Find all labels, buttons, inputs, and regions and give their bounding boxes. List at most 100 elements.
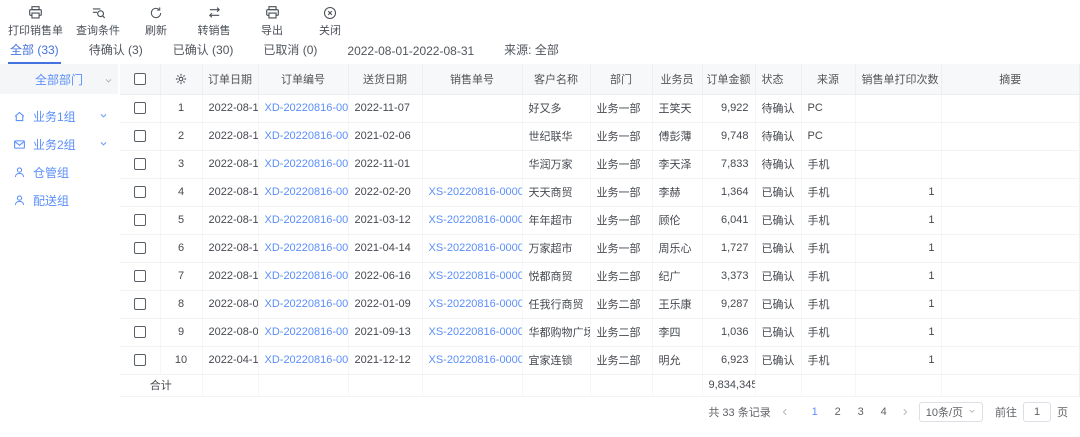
salesperson-cell: 王笑天 — [652, 94, 702, 122]
row-checkbox[interactable] — [134, 298, 146, 310]
table-row: 42022-08-13XD-20220816-0000152022-02-20X… — [120, 178, 1080, 206]
status-cell: 已确认 — [755, 318, 801, 346]
row-checkbox[interactable] — [134, 326, 146, 338]
column-header-department[interactable]: 部门 — [590, 64, 652, 94]
salesperson-cell: 明允 — [652, 346, 702, 374]
empty-cell — [522, 374, 590, 396]
print-count-cell: 1 — [855, 206, 941, 234]
index-cell: 6 — [160, 234, 202, 262]
export-button[interactable]: 导出 — [249, 5, 295, 38]
order-no-link[interactable]: XD-20220816-000013 — [265, 242, 349, 254]
page-number-button[interactable]: 1 — [808, 406, 822, 418]
column-header-order-no[interactable]: 订单编号 — [258, 64, 348, 94]
department-filter-dropdown[interactable]: 全部部门 — [0, 64, 118, 94]
order-no-link[interactable]: XD-20220816-000012 — [265, 270, 349, 282]
refresh-button[interactable]: 刷新 — [133, 5, 179, 38]
row-checkbox[interactable] — [134, 130, 146, 142]
delivery-date-cell: 2022-02-20 — [348, 178, 422, 206]
salesperson-cell: 李四 — [652, 318, 702, 346]
column-header-delivery-date[interactable]: 送货日期 — [348, 64, 422, 94]
column-settings-cell — [160, 64, 202, 94]
salesperson-cell: 傅彭薄 — [652, 122, 702, 150]
empty-cell — [941, 374, 1080, 396]
order-no-link[interactable]: XD-20220816-000011 — [265, 298, 349, 310]
page-number-button[interactable]: 4 — [877, 406, 891, 418]
column-header-amount[interactable]: 订单金额 — [702, 64, 755, 94]
source-filter[interactable]: 来源: 全部 — [502, 38, 561, 64]
goto-page-input[interactable] — [1023, 402, 1051, 422]
next-page-button[interactable] — [900, 407, 910, 417]
column-header-status[interactable]: 状态 — [755, 64, 801, 94]
row-checkbox[interactable] — [134, 354, 146, 366]
order-no-link[interactable]: XD-20220816-000017 — [265, 130, 349, 142]
chevron-down-icon[interactable] — [99, 109, 108, 123]
close-button[interactable]: 关闭 — [307, 5, 353, 38]
tab-confirmed[interactable]: 已确认 (30) — [171, 38, 236, 64]
print-count-cell: 1 — [855, 262, 941, 290]
order-date-cell: 2022-04-11 — [202, 346, 258, 374]
convert-to-sales-button[interactable]: 转销售 — [191, 5, 237, 38]
summary-cell — [941, 290, 1080, 318]
department-cell: 业务一部 — [590, 122, 652, 150]
source-cell: 手机 — [801, 206, 855, 234]
order-no-link[interactable]: XD-20220816-000018 — [265, 102, 349, 114]
query-conditions-button[interactable]: 查询条件 — [75, 5, 121, 38]
order-date-cell: 2022-08-13 — [202, 178, 258, 206]
sales-no-link[interactable]: XS-20220816-000009 — [429, 354, 523, 366]
order-no-link[interactable]: XD-20220816-000015 — [265, 186, 349, 198]
row-checkbox[interactable] — [134, 214, 146, 226]
sales-no-link[interactable]: XS-20220816-000013 — [429, 242, 523, 254]
tab-pending-confirm[interactable]: 待确认 (3) — [87, 38, 145, 64]
status-cell: 已确认 — [755, 206, 801, 234]
tab-cancelled[interactable]: 已取消 (0) — [261, 38, 319, 64]
order-no-cell: XD-20220816-000018 — [258, 94, 348, 122]
column-header-sales-no[interactable]: 销售单号 — [422, 64, 522, 94]
column-header-summary[interactable]: 摘要 — [941, 64, 1080, 94]
date-range-filter[interactable]: 2022-08-01-2022-08-31 — [345, 41, 476, 64]
sales-no-link[interactable]: XS-20220816-000014 — [429, 214, 523, 226]
status-cell: 已确认 — [755, 262, 801, 290]
customer-cell: 任我行商贸 — [522, 290, 590, 318]
sidebar-item-business-group-2[interactable]: 业务2组 — [0, 130, 118, 158]
gear-icon[interactable] — [174, 72, 188, 86]
column-header-customer[interactable]: 客户名称 — [522, 64, 590, 94]
checkbox-cell — [120, 234, 160, 262]
column-header-salesperson[interactable]: 业务员 — [652, 64, 702, 94]
sales-no-link[interactable]: XS-20220816-000010 — [429, 326, 523, 338]
order-no-link[interactable]: XD-20220816-000014 — [265, 214, 349, 226]
table-row: 92022-08-08XD-20220816-0000102021-09-13X… — [120, 318, 1080, 346]
page-number-button[interactable]: 2 — [831, 406, 845, 418]
column-header-source[interactable]: 来源 — [801, 64, 855, 94]
page-size-select[interactable]: 10条/页 — [919, 402, 983, 422]
order-date-cell: 2022-08-10 — [202, 262, 258, 290]
chevron-down-icon[interactable] — [99, 137, 108, 151]
order-no-link[interactable]: XD-20220816-000016 — [265, 158, 349, 170]
order-no-link[interactable]: XD-20220816-000009 — [265, 354, 349, 366]
prev-page-button[interactable] — [780, 407, 790, 417]
sidebar-item-warehouse-group[interactable]: 仓管组 — [0, 158, 118, 186]
sales-no-link[interactable]: XS-20220816-000011 — [429, 298, 523, 310]
select-all-checkbox[interactable] — [134, 73, 146, 85]
sales-no-link[interactable]: XS-20220816-000012 — [429, 270, 523, 282]
sales-no-link[interactable]: XS-20220816-000015 — [429, 186, 523, 198]
order-table-area: 订单日期 订单编号 送货日期 销售单号 客户名称 部门 业务员 订单金额 状态 … — [120, 64, 1080, 437]
page-number-button[interactable]: 3 — [854, 406, 868, 418]
row-checkbox[interactable] — [134, 102, 146, 114]
tab-all[interactable]: 全部 (33) — [8, 38, 61, 64]
toolbar-button-label: 关闭 — [319, 22, 341, 38]
sales-no-cell — [422, 94, 522, 122]
column-header-print-count[interactable]: 销售单打印次数 — [855, 64, 941, 94]
print-count-cell: 1 — [855, 318, 941, 346]
order-no-link[interactable]: XD-20220816-000010 — [265, 326, 349, 338]
row-checkbox[interactable] — [134, 270, 146, 282]
customer-cell: 华润万家 — [522, 150, 590, 178]
sidebar-item-business-group-1[interactable]: 业务1组 — [0, 102, 118, 130]
content: 全部部门 业务1组 — [0, 64, 1080, 437]
row-checkbox[interactable] — [134, 158, 146, 170]
column-header-order-date[interactable]: 订单日期 — [202, 64, 258, 94]
status-cell: 已确认 — [755, 234, 801, 262]
row-checkbox[interactable] — [134, 242, 146, 254]
sidebar-item-delivery-group[interactable]: 配送组 — [0, 186, 118, 214]
print-sales-order-button[interactable]: 打印销售单 — [8, 5, 63, 38]
row-checkbox[interactable] — [134, 186, 146, 198]
